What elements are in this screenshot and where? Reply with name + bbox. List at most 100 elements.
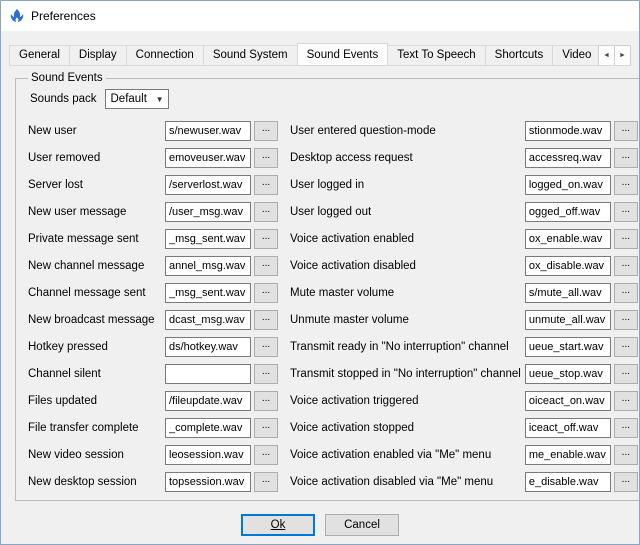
- sound-event-label: User logged out: [290, 206, 525, 218]
- browse-button[interactable]: ...: [254, 202, 278, 222]
- tab-shortcuts[interactable]: Shortcuts: [485, 45, 554, 65]
- browse-button[interactable]: ...: [614, 472, 638, 492]
- sound-event-label: Voice activation disabled: [290, 260, 525, 272]
- browse-button[interactable]: ...: [614, 337, 638, 357]
- sound-event-label: Channel silent: [28, 368, 165, 380]
- browse-button[interactable]: ...: [614, 310, 638, 330]
- sound-event-row: User entered question-mode...: [290, 121, 638, 141]
- sound-event-label: Files updated: [28, 395, 165, 407]
- sound-event-row: New broadcast message...: [28, 310, 278, 330]
- tab-display[interactable]: Display: [69, 45, 127, 65]
- sound-file-input[interactable]: [165, 256, 251, 276]
- sound-event-label: Private message sent: [28, 233, 165, 245]
- tab-sound-system[interactable]: Sound System: [203, 45, 298, 65]
- browse-button[interactable]: ...: [614, 175, 638, 195]
- browse-button[interactable]: ...: [254, 256, 278, 276]
- sound-event-label: Voice activation disabled via "Me" menu: [290, 476, 525, 488]
- sound-file-input[interactable]: [525, 256, 611, 276]
- sound-event-row: Server lost...: [28, 175, 278, 195]
- sound-file-input[interactable]: [165, 445, 251, 465]
- sounds-pack-row: Sounds pack Default ▼: [30, 89, 638, 109]
- sound-event-row: Voice activation disabled via "Me" menu.…: [290, 472, 638, 492]
- tab-video[interactable]: Video: [552, 45, 601, 65]
- sound-file-input[interactable]: [525, 391, 611, 411]
- tab-connection[interactable]: Connection: [126, 45, 204, 65]
- browse-button[interactable]: ...: [254, 472, 278, 492]
- dialog-footer: Ok Cancel: [1, 514, 639, 536]
- browse-button[interactable]: ...: [254, 418, 278, 438]
- sound-file-input[interactable]: [165, 337, 251, 357]
- sound-event-row: Desktop access request...: [290, 148, 638, 168]
- sound-event-label: New channel message: [28, 260, 165, 272]
- sound-file-input[interactable]: [165, 121, 251, 141]
- browse-button[interactable]: ...: [254, 391, 278, 411]
- tab-sound-events[interactable]: Sound Events: [297, 43, 389, 66]
- sound-file-input[interactable]: [525, 472, 611, 492]
- browse-button[interactable]: ...: [614, 391, 638, 411]
- sounds-pack-select[interactable]: Default ▼: [105, 89, 169, 109]
- sound-event-label: User logged in: [290, 179, 525, 191]
- sound-file-input[interactable]: [165, 391, 251, 411]
- sound-event-row: Voice activation disabled...: [290, 256, 638, 276]
- sound-file-input[interactable]: [525, 283, 611, 303]
- sound-file-input[interactable]: [165, 472, 251, 492]
- sound-event-row: New channel message...: [28, 256, 278, 276]
- sound-event-row: Mute master volume...: [290, 283, 638, 303]
- sound-file-input[interactable]: [165, 283, 251, 303]
- sound-file-input[interactable]: [525, 445, 611, 465]
- sound-file-input[interactable]: [525, 337, 611, 357]
- sound-file-input[interactable]: [165, 148, 251, 168]
- sound-file-input[interactable]: [165, 229, 251, 249]
- sound-file-input[interactable]: [165, 202, 251, 222]
- sound-event-row: Voice activation enabled...: [290, 229, 638, 249]
- browse-button[interactable]: ...: [614, 121, 638, 141]
- browse-button[interactable]: ...: [614, 229, 638, 249]
- browse-button[interactable]: ...: [254, 337, 278, 357]
- sound-file-input[interactable]: [165, 175, 251, 195]
- cancel-button[interactable]: Cancel: [325, 514, 399, 536]
- tab-scroll-buttons: ◄ ►: [599, 45, 631, 66]
- sound-file-input[interactable]: [525, 175, 611, 195]
- sound-event-label: Hotkey pressed: [28, 341, 165, 353]
- tab-scroll-right-button[interactable]: ►: [614, 45, 631, 66]
- sounds-pack-label: Sounds pack: [30, 93, 97, 105]
- sound-event-label: User removed: [28, 152, 165, 164]
- sound-file-input[interactable]: [165, 418, 251, 438]
- browse-button[interactable]: ...: [254, 283, 278, 303]
- browse-button[interactable]: ...: [254, 310, 278, 330]
- sound-event-label: File transfer complete: [28, 422, 165, 434]
- sound-file-input[interactable]: [525, 364, 611, 384]
- browse-button[interactable]: ...: [254, 175, 278, 195]
- sound-file-input[interactable]: [165, 310, 251, 330]
- browse-button[interactable]: ...: [614, 418, 638, 438]
- app-icon: [9, 8, 25, 24]
- browse-button[interactable]: ...: [614, 364, 638, 384]
- browse-button[interactable]: ...: [614, 148, 638, 168]
- sound-file-input[interactable]: [525, 418, 611, 438]
- group-title: Sound Events: [28, 72, 106, 84]
- sound-file-input[interactable]: [525, 229, 611, 249]
- browse-button[interactable]: ...: [614, 202, 638, 222]
- tab-scroll-left-button[interactable]: ◄: [598, 45, 615, 66]
- browse-button[interactable]: ...: [614, 283, 638, 303]
- tab-text-to-speech[interactable]: Text To Speech: [387, 45, 485, 65]
- browse-button[interactable]: ...: [254, 364, 278, 384]
- titlebar[interactable]: Preferences: [1, 1, 639, 31]
- browse-button[interactable]: ...: [614, 256, 638, 276]
- tab-general[interactable]: General: [9, 45, 70, 65]
- sound-file-input[interactable]: [525, 202, 611, 222]
- ok-button[interactable]: Ok: [241, 514, 315, 536]
- sound-file-input[interactable]: [525, 148, 611, 168]
- sound-event-row: File transfer complete...: [28, 418, 278, 438]
- browse-button[interactable]: ...: [614, 445, 638, 465]
- browse-button[interactable]: ...: [254, 229, 278, 249]
- sound-file-input[interactable]: [165, 364, 251, 384]
- browse-button[interactable]: ...: [254, 148, 278, 168]
- sound-event-row: Transmit stopped in "No interruption" ch…: [290, 364, 638, 384]
- sound-file-input[interactable]: [525, 310, 611, 330]
- window-title: Preferences: [31, 9, 96, 23]
- sound-event-row: Files updated...: [28, 391, 278, 411]
- sound-file-input[interactable]: [525, 121, 611, 141]
- browse-button[interactable]: ...: [254, 121, 278, 141]
- browse-button[interactable]: ...: [254, 445, 278, 465]
